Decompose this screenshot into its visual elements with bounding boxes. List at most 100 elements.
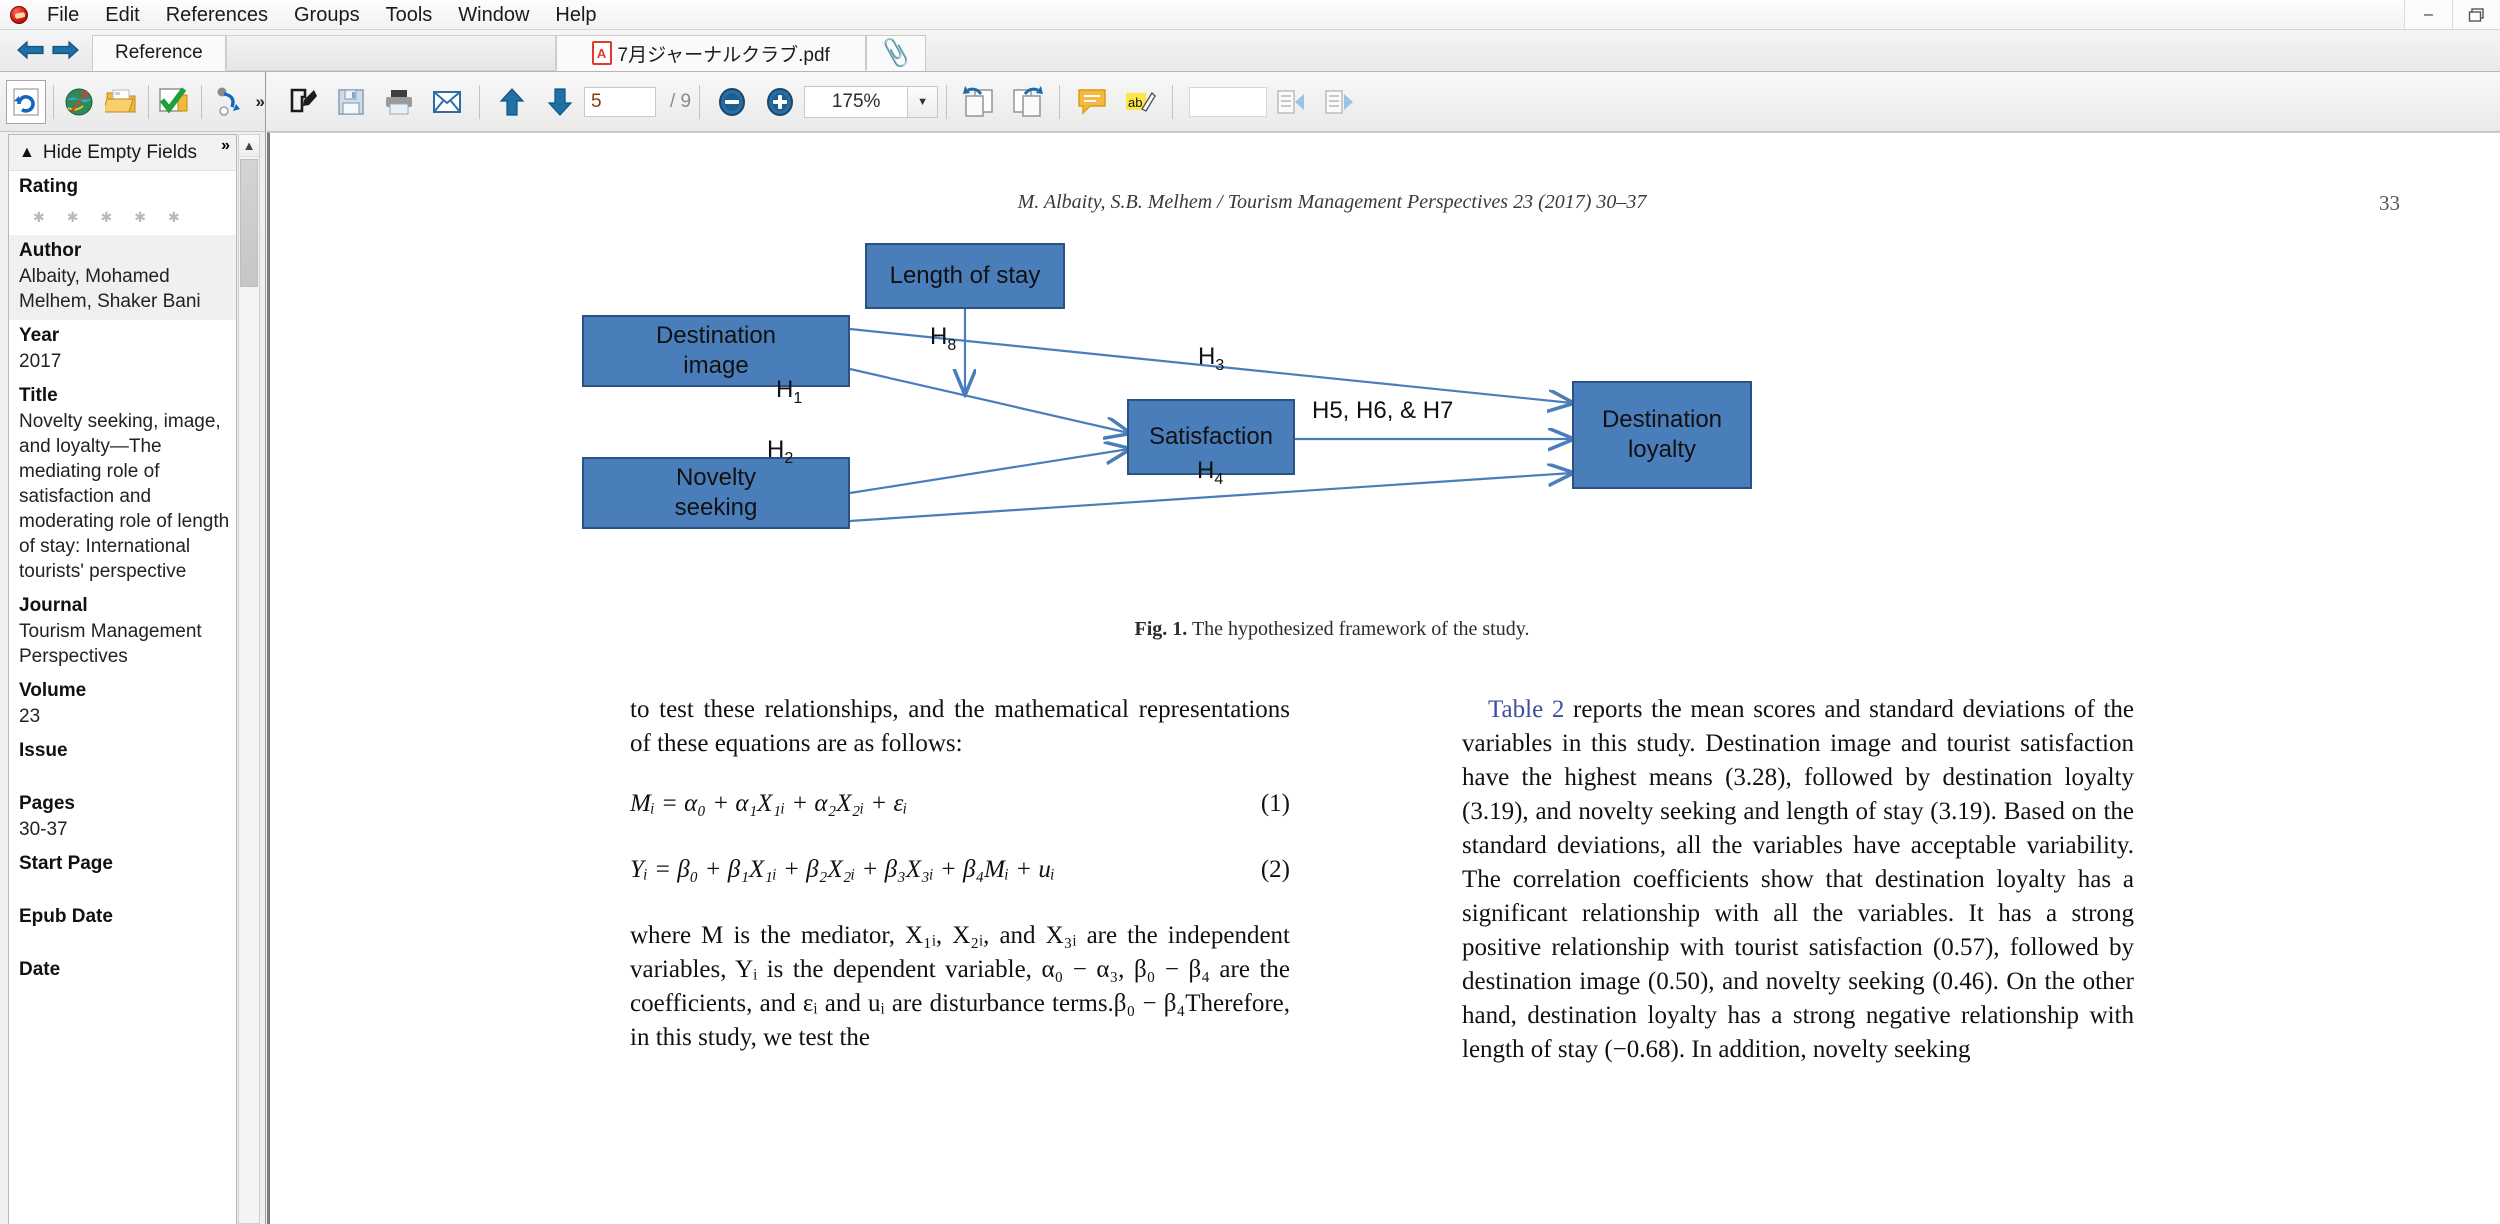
menu-item-help[interactable]: Help bbox=[542, 0, 609, 30]
field-value-start-page[interactable] bbox=[19, 877, 236, 901]
sync-icon[interactable] bbox=[6, 79, 47, 124]
field-date: Date bbox=[9, 954, 236, 983]
field-value-pages[interactable]: 30-37 bbox=[19, 817, 236, 848]
equation-1: Mᵢ = α₀ + α₁X₁ᵢ + α₂X₂ᵢ + εᵢ (1) bbox=[630, 787, 1290, 821]
figure-box-label: Satisfaction bbox=[1148, 423, 1274, 450]
field-label: Journal bbox=[19, 595, 88, 616]
rating-star[interactable]: ✱ bbox=[67, 209, 79, 226]
find-full-text-icon[interactable] bbox=[154, 80, 194, 124]
figure-box-destination-loyalty: Destination loyalty bbox=[1572, 381, 1752, 489]
menu-item-file[interactable]: File bbox=[34, 0, 92, 30]
equation-2-number: (2) bbox=[1260, 856, 1290, 883]
rating-star[interactable]: ✱ bbox=[100, 209, 112, 226]
save-icon[interactable] bbox=[327, 79, 375, 125]
menu-item-edit[interactable]: Edit bbox=[92, 0, 152, 30]
open-folder-icon[interactable] bbox=[101, 80, 141, 124]
rating-star[interactable]: ✱ bbox=[33, 209, 45, 226]
menu-item-tools[interactable]: Tools bbox=[373, 0, 446, 30]
tab-attachments[interactable]: 📎 bbox=[865, 35, 926, 71]
figure-label-h4: H4 bbox=[1197, 457, 1223, 489]
find-prev-icon[interactable] bbox=[1267, 79, 1315, 125]
rating-stars[interactable]: ✱ ✱ ✱ ✱ ✱ bbox=[19, 200, 236, 235]
prev-page-icon[interactable] bbox=[488, 79, 536, 125]
table-2-link[interactable]: Table 2 bbox=[1488, 696, 1564, 723]
h-subscript: 3 bbox=[1215, 356, 1225, 374]
forward-arrow-icon[interactable] bbox=[48, 33, 82, 67]
chevron-down-icon[interactable]: ▼ bbox=[908, 85, 939, 118]
figure-caption-label: Fig. 1. bbox=[1134, 618, 1188, 640]
figure-box-destination-image: Destination image bbox=[582, 315, 850, 387]
edit-icon[interactable] bbox=[279, 79, 327, 125]
h-subscript: 8 bbox=[947, 336, 957, 354]
field-label: Issue bbox=[19, 740, 68, 761]
share-icon[interactable] bbox=[207, 80, 247, 124]
field-value-author[interactable]: Albaity, Mohamed Melhem, Shaker Bani bbox=[9, 264, 236, 320]
field-value-issue[interactable] bbox=[19, 764, 236, 788]
field-author: Author Albaity, Mohamed Melhem, Shaker B… bbox=[9, 235, 236, 320]
field-label: Author bbox=[9, 235, 236, 264]
h-letter: H bbox=[767, 436, 785, 463]
restore-button[interactable] bbox=[2452, 0, 2500, 29]
pdf-search-input[interactable] bbox=[1189, 86, 1268, 117]
pdf-page-view[interactable]: M. Albaity, S.B. Melhem / Tourism Manage… bbox=[267, 132, 2500, 1224]
field-value-journal[interactable]: Tourism Management Perspectives bbox=[19, 619, 236, 675]
find-next-icon[interactable] bbox=[1315, 79, 1363, 125]
rotate-left-icon[interactable] bbox=[955, 79, 1003, 125]
menu-item-groups[interactable]: Groups bbox=[281, 0, 373, 30]
figure-box-label: Length of stay bbox=[889, 262, 1041, 289]
print-icon[interactable] bbox=[375, 79, 423, 125]
tab-reference[interactable]: Reference bbox=[92, 35, 226, 71]
menu-item-window[interactable]: Window bbox=[445, 0, 542, 30]
body-column-left: to test these relationships, and the mat… bbox=[630, 693, 1290, 1077]
rotate-right-icon[interactable] bbox=[1003, 79, 1051, 125]
field-value-volume[interactable]: 23 bbox=[19, 704, 236, 735]
rating-star[interactable]: ✱ bbox=[168, 209, 180, 226]
scrollbar-thumb[interactable] bbox=[240, 159, 258, 287]
field-issue: Issue bbox=[9, 735, 236, 788]
h-subscript: 1 bbox=[793, 389, 803, 407]
window-controls: – bbox=[2404, 0, 2500, 30]
tab-spacer bbox=[225, 35, 556, 71]
panel-overflow-button[interactable]: » bbox=[221, 137, 230, 155]
tab-strip: Reference A 7月ジャーナルクラブ.pdf 📎 bbox=[0, 30, 2500, 72]
zoom-in-icon[interactable] bbox=[756, 79, 804, 125]
reference-pane: » ▲ Hide Empty Fields » Rating ✱ ✱ ✱ ✱ ✱… bbox=[0, 72, 266, 1224]
reference-fields-panel: ▲ Hide Empty Fields » Rating ✱ ✱ ✱ ✱ ✱ A… bbox=[8, 134, 237, 1224]
rating-star[interactable]: ✱ bbox=[134, 209, 146, 226]
email-icon[interactable] bbox=[423, 79, 471, 125]
body-column-right: Table 2 reports the mean scores and stan… bbox=[1462, 693, 2134, 1089]
back-arrow-icon[interactable] bbox=[14, 33, 48, 67]
field-value-year[interactable]: 2017 bbox=[19, 349, 236, 380]
figure-box-label: Novelty seeking bbox=[674, 464, 758, 521]
field-label: Epub Date bbox=[19, 906, 113, 927]
menu-item-references[interactable]: References bbox=[153, 0, 281, 30]
field-title: Title Novelty seeking, image, and loyalt… bbox=[9, 380, 236, 590]
scroll-up-icon[interactable]: ▲ bbox=[239, 135, 259, 157]
sticky-note-icon[interactable] bbox=[1068, 79, 1116, 125]
field-value-epub-date[interactable] bbox=[19, 930, 236, 954]
pdf-file-icon: A bbox=[591, 41, 612, 65]
figure-box-novelty-seeking: Novelty seeking bbox=[582, 457, 850, 529]
next-page-icon[interactable] bbox=[536, 79, 584, 125]
figure-caption: Fig. 1. The hypothesized framework of th… bbox=[282, 618, 2382, 641]
reference-pane-scrollbar[interactable]: ▲ bbox=[238, 134, 260, 1224]
figure-label-h1: H1 bbox=[776, 376, 802, 408]
field-value-title[interactable]: Novelty seeking, image, and loyalty—The … bbox=[19, 409, 236, 590]
hide-empty-fields-bar[interactable]: ▲ Hide Empty Fields » bbox=[9, 135, 236, 171]
figure-label-h567: H5, H6, & H7 bbox=[1312, 397, 1453, 425]
zoom-out-icon[interactable] bbox=[708, 79, 756, 125]
equation-1-number: (1) bbox=[1260, 790, 1290, 817]
h-letter: H bbox=[1198, 343, 1216, 370]
highlight-icon[interactable]: ab bbox=[1116, 79, 1164, 125]
pdf-viewer-pane: 5 / 9 175% ▼ ab M. Albaity, S.B. Melhem … bbox=[267, 72, 2500, 1224]
endnote-app-icon bbox=[4, 3, 34, 27]
zoom-level-input[interactable]: 175% bbox=[804, 85, 909, 118]
minimize-button[interactable]: – bbox=[2404, 0, 2452, 29]
figure-label-h3: H3 bbox=[1198, 343, 1224, 375]
figure-caption-text: The hypothesized framework of the study. bbox=[1187, 618, 1530, 640]
tab-pdf-attachment[interactable]: A 7月ジャーナルクラブ.pdf bbox=[555, 35, 866, 71]
online-search-icon[interactable] bbox=[59, 80, 99, 124]
toolbar-overflow-button[interactable]: » bbox=[256, 92, 265, 112]
page-number-input[interactable]: 5 bbox=[584, 86, 656, 117]
pdf-toolbar: 5 / 9 175% ▼ ab bbox=[267, 72, 2500, 132]
